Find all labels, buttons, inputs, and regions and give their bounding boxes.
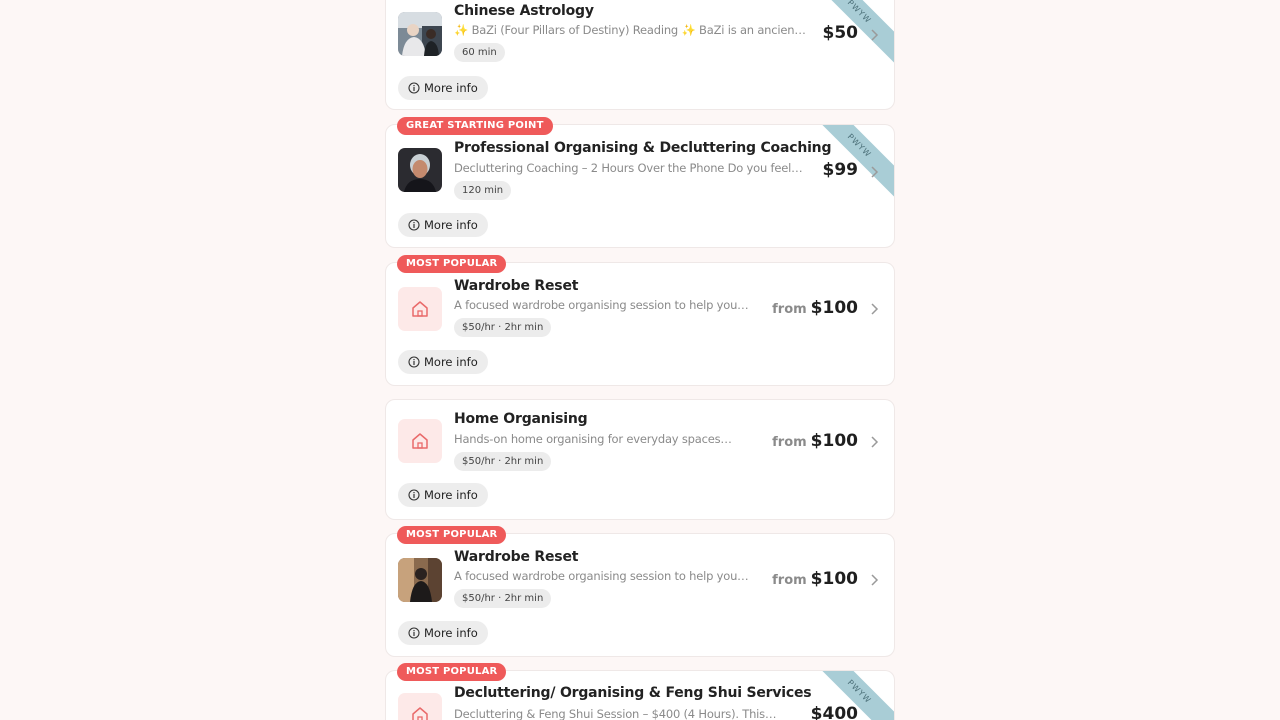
rate-chip: $50/hr · 2hr min [454, 589, 552, 608]
service-price: from $100 [772, 431, 858, 451]
service-title: Professional Organising & Decluttering C… [454, 140, 832, 156]
chevron-right-icon[interactable] [869, 303, 879, 315]
more-info-label: More info [424, 81, 478, 95]
price-prefix: from [772, 573, 807, 588]
duration-chip: 120 min [454, 181, 512, 200]
service-card[interactable]: PWYW Professional Organising & Declutter… [385, 124, 895, 248]
info-icon [408, 356, 420, 368]
most-popular-badge: MOST POPULAR [397, 663, 507, 681]
service-price: $400 [811, 704, 858, 720]
info-icon [408, 489, 420, 501]
service-price: from $100 [772, 569, 858, 589]
great-starting-point-badge: GREAT STARTING POINT [397, 117, 553, 135]
service-description: A focused wardrobe organising session to… [454, 569, 749, 583]
more-info-label: More info [424, 218, 478, 232]
service-description: ✨ BaZi (Four Pillars of Destiny) Reading… [454, 23, 806, 37]
service-card[interactable]: Home Organising Hands-on home organising… [385, 399, 895, 520]
service-title: Chinese Astrology [454, 3, 594, 19]
chevron-right-icon[interactable] [869, 436, 879, 448]
more-info-label: More info [424, 626, 478, 640]
more-info-button[interactable]: More info [398, 350, 488, 374]
service-description: Hands-on home organising for everyday sp… [454, 432, 732, 446]
more-info-label: More info [424, 488, 478, 502]
more-info-button[interactable]: More info [398, 483, 488, 507]
service-title: Wardrobe Reset [454, 278, 579, 294]
photo-portrait-icon [398, 148, 442, 192]
service-price: from $100 [772, 298, 858, 318]
service-card[interactable]: PWYW Chinese Astrology ✨ BaZi (Four Pill… [385, 0, 895, 110]
service-card[interactable]: Wardrobe Reset A focused wardrobe organi… [385, 262, 895, 386]
price-amount: $100 [810, 569, 858, 589]
chevron-right-icon[interactable] [869, 574, 879, 586]
price-prefix: from [772, 302, 807, 317]
info-icon [408, 627, 420, 639]
chevron-right-icon[interactable] [869, 166, 879, 178]
rate-chip: $50/hr · 2hr min [454, 452, 552, 471]
service-description: Decluttering & Feng Shui Session – $400 … [454, 707, 777, 720]
service-description: A focused wardrobe organising session to… [454, 298, 749, 312]
photo-person-icon [398, 12, 442, 56]
price-amount: $50 [822, 23, 859, 43]
price-amount: $100 [810, 431, 858, 451]
info-icon [408, 219, 420, 231]
service-price: $50 [823, 23, 859, 43]
photo-wardrobe-icon [398, 558, 442, 602]
service-card[interactable]: Wardrobe Reset A focused wardrobe organi… [385, 533, 895, 657]
service-price: $99 [823, 160, 859, 180]
service-title: Wardrobe Reset [454, 549, 579, 565]
more-info-button[interactable]: More info [398, 621, 488, 645]
price-amount: $99 [822, 160, 859, 180]
more-info-label: More info [424, 355, 478, 369]
more-info-button[interactable]: More info [398, 213, 488, 237]
price-amount: $100 [810, 298, 858, 318]
chevron-right-icon[interactable] [869, 29, 879, 41]
service-title: Decluttering/ Organising & Feng Shui Ser… [454, 685, 812, 701]
service-title: Home Organising [454, 411, 588, 427]
more-info-button[interactable]: More info [398, 76, 488, 100]
most-popular-badge: MOST POPULAR [397, 255, 507, 273]
house-icon [398, 287, 442, 331]
price-amount: $400 [810, 704, 858, 720]
price-prefix: from [772, 435, 807, 450]
service-description: Decluttering Coaching – 2 Hours Over the… [454, 161, 803, 175]
info-icon [408, 82, 420, 94]
most-popular-badge: MOST POPULAR [397, 526, 507, 544]
duration-chip: 60 min [454, 43, 505, 62]
house-icon [398, 419, 442, 463]
house-icon [398, 693, 442, 720]
rate-chip: $50/hr · 2hr min [454, 318, 552, 337]
